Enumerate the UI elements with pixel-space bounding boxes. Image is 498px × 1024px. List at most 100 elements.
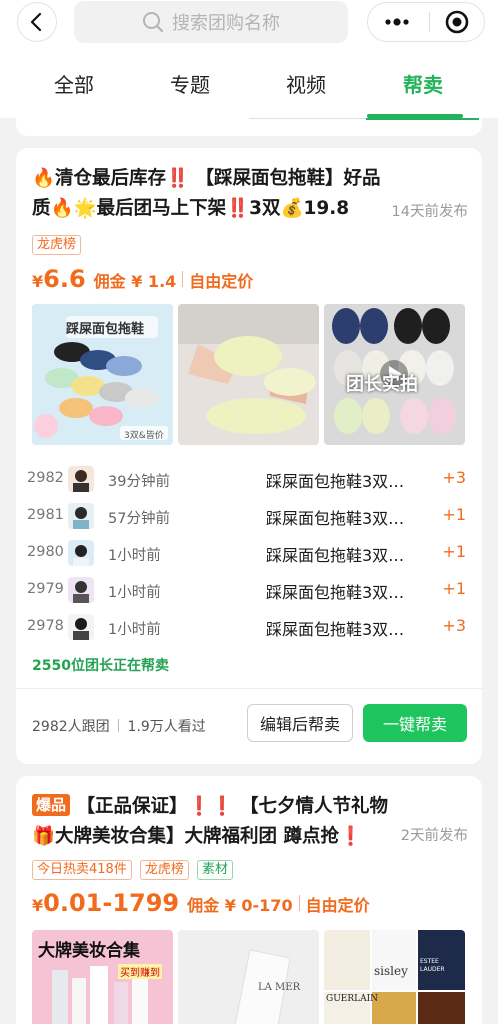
publish-time: 14天前发布 — [391, 204, 468, 220]
cream-tube-image — [178, 930, 319, 1024]
close-miniprogram-button[interactable] — [430, 3, 484, 41]
product-image[interactable]: sisley ESTEE LAUDER GUERLAIN — [324, 930, 465, 1024]
tab-bar: 全部 专题 视频 帮卖 — [0, 50, 498, 118]
one-click-help-sell-button[interactable]: 一键帮卖 — [363, 704, 467, 742]
search-input[interactable]: 搜索团购名称 — [74, 1, 348, 43]
order-row[interactable]: 2981 57分钟前 踩屎面包拖鞋3双… +1 — [16, 501, 482, 531]
product-image[interactable] — [178, 304, 319, 445]
brand-label: ESTEE LAUDER — [420, 958, 445, 973]
order-quantity: +1 — [442, 542, 466, 561]
mini-program-capsule — [367, 2, 485, 42]
tab-all[interactable]: 全部 — [54, 69, 94, 98]
follower-count: 2982人跟团 — [32, 719, 110, 735]
order-number: 2978 — [27, 618, 64, 634]
order-time: 1小时前 — [108, 622, 161, 638]
publish-time: 2天前发布 — [400, 828, 468, 844]
currency-symbol: ¥ — [32, 272, 44, 291]
pricing-mode: 自由定价 — [189, 272, 254, 291]
pricing-mode: 自由定价 — [305, 896, 370, 915]
thumb-caption: 团长实拍 — [346, 374, 418, 395]
order-product: 踩屎面包拖鞋3双… — [266, 620, 405, 639]
helping-count: 2550位团长正在帮卖 — [32, 658, 169, 674]
previous-card-bottom — [16, 118, 482, 136]
slippers-worn-image — [178, 304, 319, 445]
thumb-subcaption: 3双&皆价 — [124, 431, 164, 441]
hot-badge: 爆品 — [32, 794, 71, 816]
order-quantity: +3 — [442, 616, 466, 635]
price-row: ¥ 6.6 佣金 ¥ 1.4 自由定价 — [32, 265, 253, 293]
card-title-text: 【正品保证】❗❗ 【七夕情人节礼物🎁大牌美妆合集】大牌福利团 蹲点抢❗ — [32, 796, 388, 847]
more-dots-icon — [385, 18, 409, 26]
more-button[interactable] — [368, 3, 425, 41]
divider — [182, 271, 184, 287]
price: 0.01-1799 — [43, 889, 180, 917]
card-title: 🔥清仓最后库存‼️ 【踩屎面包拖鞋】好品质🔥🌟最后团马上下架‼️3双💰19.8 — [32, 168, 381, 219]
commission: 佣金 ¥ 0-170 — [187, 896, 293, 915]
product-image[interactable]: 大牌美妆合集 买到赚到 — [32, 930, 173, 1024]
back-arrow-icon — [30, 12, 42, 32]
order-quantity: +1 — [442, 505, 466, 524]
order-product: 踩屎面包拖鞋3双… — [266, 472, 405, 491]
order-number: 2979 — [27, 581, 64, 597]
tab-topics[interactable]: 专题 — [170, 69, 210, 98]
thumb-caption: 踩屎面包拖鞋 — [66, 322, 145, 337]
thumb-caption: 大牌美妆合集 — [38, 941, 140, 961]
card-title: 爆品 【正品保证】❗❗ 【七夕情人节礼物🎁大牌美妆合集】大牌福利团 蹲点抢❗ — [32, 792, 392, 852]
avatar — [68, 503, 94, 529]
avatar — [68, 540, 94, 566]
order-quantity: +3 — [442, 468, 466, 487]
brand-label: sisley — [374, 964, 408, 978]
group-buy-card[interactable]: 🔥清仓最后库存‼️ 【踩屎面包拖鞋】好品质🔥🌟最后团马上下架‼️3双💰19.8 … — [16, 148, 482, 764]
top-bar: 搜索团购名称 — [0, 0, 498, 50]
avatar — [68, 466, 94, 492]
order-quantity: +1 — [442, 579, 466, 598]
sales-tag: 今日热卖418件 — [32, 860, 132, 880]
order-product: 踩屎面包拖鞋3双… — [266, 583, 405, 602]
divider — [298, 895, 300, 911]
avatar — [68, 577, 94, 603]
order-time: 57分钟前 — [108, 511, 170, 527]
tab-videos[interactable]: 视频 — [286, 69, 326, 98]
divider — [249, 118, 367, 119]
product-video-thumbnail[interactable]: 团长实拍 — [324, 304, 465, 445]
order-time: 39分钟前 — [108, 474, 170, 490]
view-count: 1.9万人看过 — [127, 719, 206, 735]
order-row[interactable]: 2982 39分钟前 踩屎面包拖鞋3双… +3 — [16, 464, 482, 494]
commission: 佣金 ¥ 1.4 — [93, 272, 177, 291]
order-product: 踩屎面包拖鞋3双… — [266, 509, 405, 528]
order-number: 2981 — [27, 507, 64, 523]
price-row: ¥ 0.01-1799 佣金 ¥ 0-170 自由定价 — [32, 889, 370, 917]
tab-help-sell[interactable]: 帮卖 — [403, 69, 443, 98]
divider — [366, 118, 479, 120]
price: 6.6 — [43, 265, 86, 293]
avatar — [68, 614, 94, 640]
brand-label: LA MER — [258, 982, 301, 993]
thumb-subcaption: 买到赚到 — [118, 964, 162, 979]
edit-then-help-sell-button[interactable]: 编辑后帮卖 — [247, 704, 353, 742]
product-image[interactable]: 踩屎面包拖鞋 3双&皆价 — [32, 304, 173, 445]
back-button[interactable] — [17, 2, 57, 42]
order-row[interactable]: 2978 1小时前 踩屎面包拖鞋3双… +3 — [16, 612, 482, 642]
ranking-tag: 龙虎榜 — [139, 860, 189, 880]
stats-divider — [118, 719, 120, 732]
target-icon — [445, 10, 469, 34]
order-number: 2982 — [27, 470, 64, 486]
material-tag: 素材 — [197, 860, 234, 880]
order-product: 踩屎面包拖鞋3双… — [266, 546, 405, 565]
tag-list: 今日热卖418件 龙虎榜 素材 — [32, 858, 236, 880]
currency-symbol: ¥ — [32, 896, 44, 915]
card-stats: 2982人跟团 1.9万人看过 — [32, 716, 206, 736]
ranking-tag: 龙虎榜 — [32, 235, 82, 255]
group-buy-card[interactable]: 爆品 【正品保证】❗❗ 【七夕情人节礼物🎁大牌美妆合集】大牌福利团 蹲点抢❗ 2… — [16, 776, 482, 1024]
order-time: 1小时前 — [108, 585, 161, 601]
order-row[interactable]: 2979 1小时前 踩屎面包拖鞋3双… +1 — [16, 575, 482, 605]
order-time: 1小时前 — [108, 548, 161, 564]
brand-label: GUERLAIN — [326, 994, 379, 1004]
tag-list: 龙虎榜 — [32, 233, 84, 255]
order-number: 2980 — [27, 544, 64, 560]
search-placeholder: 搜索团购名称 — [172, 13, 280, 34]
product-image[interactable]: LA MER — [178, 930, 319, 1024]
divider — [16, 688, 482, 689]
search-icon — [143, 12, 164, 33]
order-row[interactable]: 2980 1小时前 踩屎面包拖鞋3双… +1 — [16, 538, 482, 568]
